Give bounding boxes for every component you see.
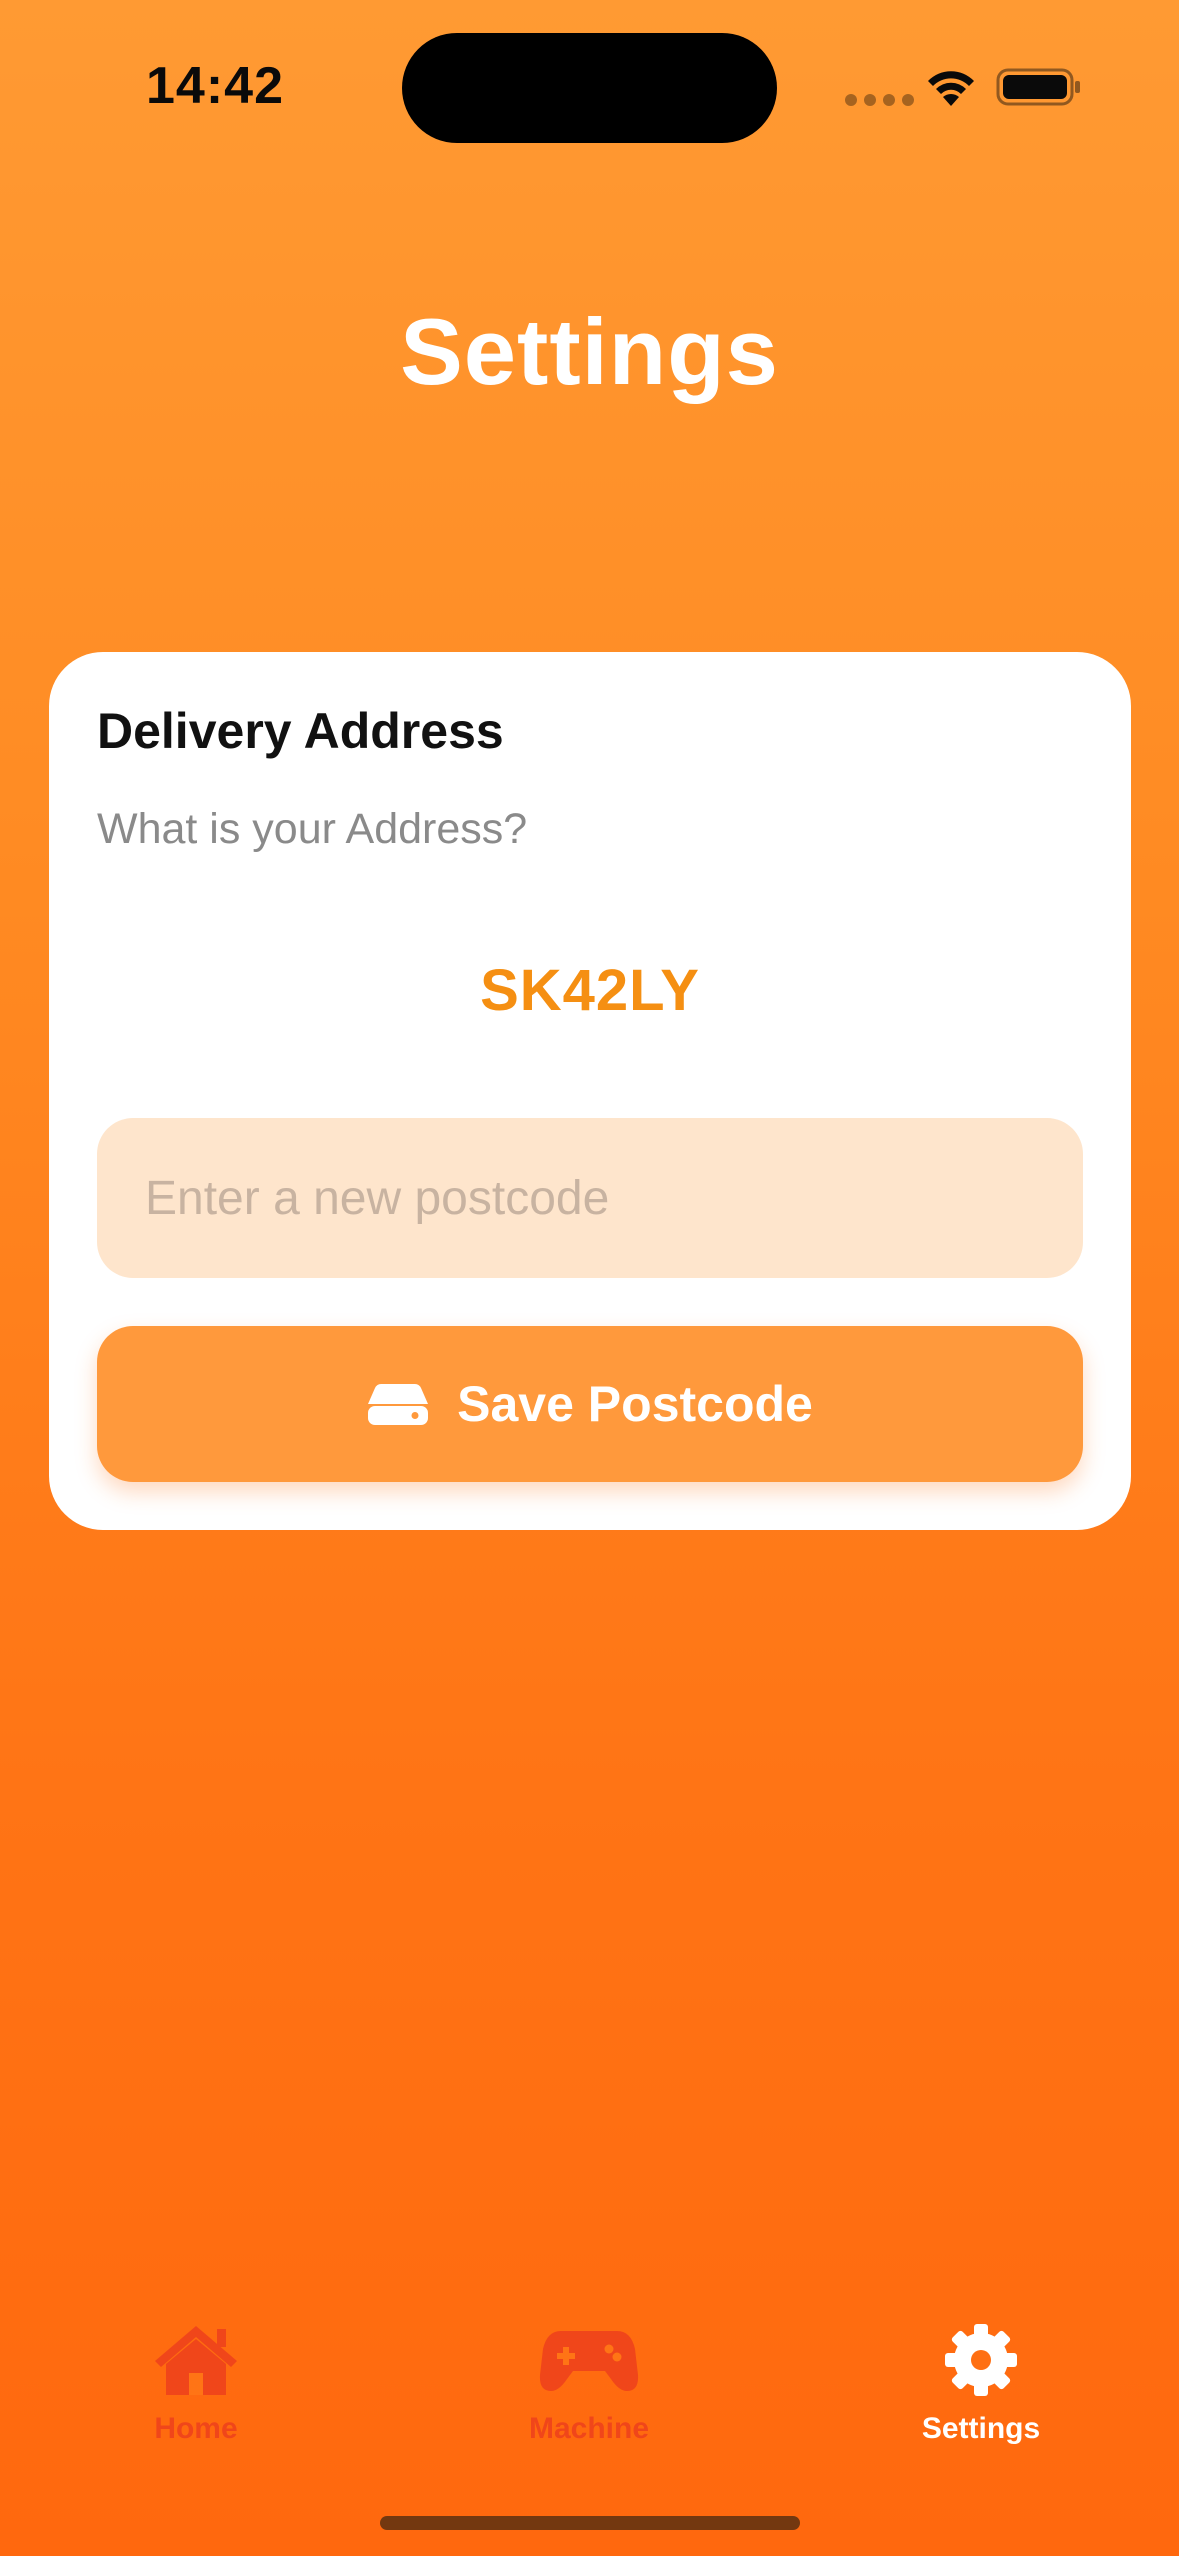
dynamic-island [402,33,777,143]
wifi-icon [928,71,974,106]
gear-icon [945,2324,1017,2396]
tab-machine-label: Machine [528,2412,650,2445]
drive-icon [368,1384,429,1425]
current-postcode: SK42LY [480,958,700,1023]
settings-screen: 14:42 Settings Delivery Address What is … [0,0,1179,2556]
delivery-address-card: Delivery Address What is your Address? S… [49,652,1131,1530]
gamecontroller-icon [539,2331,639,2391]
status-time: 14:42 [146,57,284,115]
card-subtitle: What is your Address? [97,805,528,853]
house-icon [155,2326,237,2395]
tab-machine[interactable]: Machine [459,2320,719,2446]
postcode-input[interactable] [97,1118,1083,1278]
cellular-signal-icon [845,94,914,106]
tab-home-label: Home [154,2412,238,2445]
tab-settings-label: Settings [921,2412,1041,2445]
battery-icon [996,68,1080,106]
tab-settings[interactable]: Settings [851,2320,1111,2446]
tab-home[interactable]: Home [66,2320,326,2446]
save-postcode-button[interactable]: Save Postcode [97,1326,1083,1482]
save-postcode-label: Save Postcode [457,1376,813,1432]
home-indicator[interactable] [380,2516,800,2530]
card-heading: Delivery Address [97,703,504,759]
page-title: Settings [400,299,779,404]
